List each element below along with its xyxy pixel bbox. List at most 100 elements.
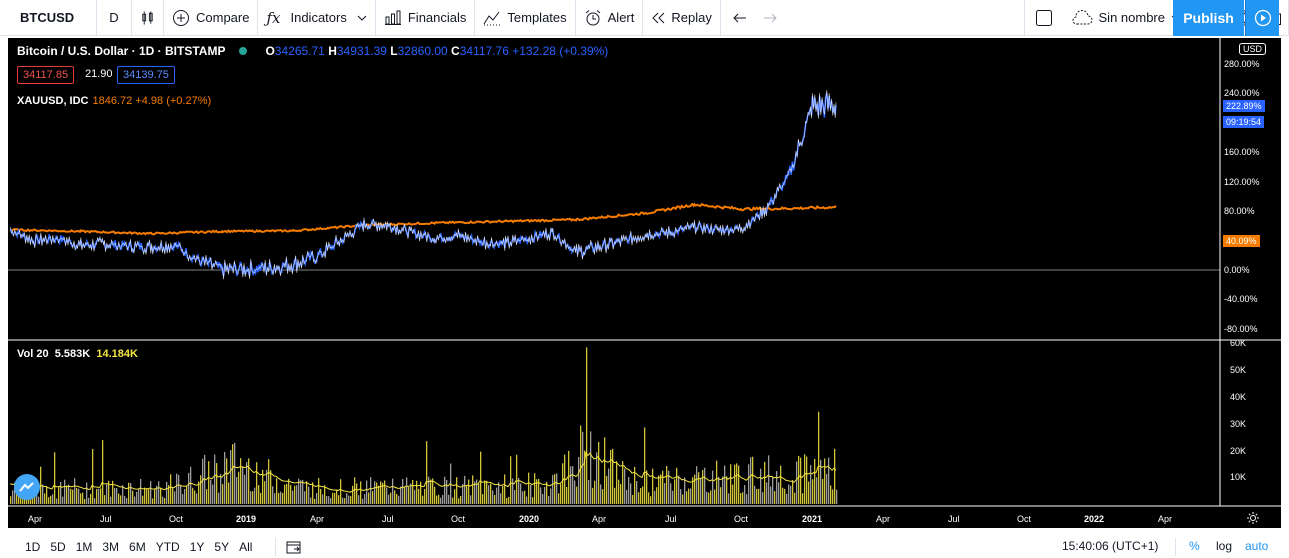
volume-bar	[684, 477, 686, 504]
volume-bar	[76, 487, 78, 504]
ask-price-button[interactable]: 34139.75	[117, 66, 175, 84]
time-axis-label: Apr	[28, 514, 43, 524]
volume-bar	[432, 478, 434, 504]
volume-bar	[674, 479, 676, 504]
volume-bar	[12, 490, 14, 504]
axis-settings-icon[interactable]	[1246, 511, 1260, 525]
bar-chart-icon	[384, 10, 401, 25]
range-1m[interactable]: 1M	[71, 540, 98, 554]
log-scale-toggle[interactable]: log	[1216, 539, 1232, 553]
range-ytd[interactable]: YTD	[151, 540, 185, 554]
volume-bar	[644, 427, 646, 504]
volume-bar	[282, 492, 284, 504]
xauusd-legend[interactable]: XAUUSD, IDC 1846.72 +4.98 (+0.27%)	[17, 95, 211, 107]
rewind-icon	[652, 12, 665, 23]
volume-ma-value: 14.184K	[96, 348, 138, 360]
volume-bar	[100, 488, 102, 504]
volume-bar	[190, 466, 192, 504]
volume-bar	[210, 479, 212, 504]
candles-icon	[142, 10, 153, 25]
timezone-clock[interactable]: 15:40:06 (UTC+1)	[1062, 539, 1158, 553]
range-all[interactable]: All	[234, 540, 257, 554]
volume-bar	[350, 496, 352, 504]
cloud-logo-icon	[19, 482, 34, 492]
range-6m[interactable]: 6M	[124, 540, 151, 554]
undo-icon[interactable]	[733, 12, 747, 24]
volume-bar	[526, 496, 528, 504]
volume-bar	[132, 490, 134, 504]
volume-bar	[442, 495, 444, 504]
volume-bar	[412, 480, 414, 504]
volume-bar	[690, 488, 692, 504]
volume-bar	[686, 491, 688, 504]
volume-bar	[238, 471, 240, 504]
volume-bar	[296, 485, 298, 504]
volume-bar	[832, 489, 834, 504]
range-1y[interactable]: 1Y	[185, 540, 210, 554]
volume-bar	[778, 482, 780, 504]
indicators-button[interactable]: ƒx Indicators	[258, 0, 376, 36]
volume-bar	[340, 479, 342, 504]
btc-bar-countdown: 09:19:54	[1223, 116, 1265, 128]
volume-bar	[142, 495, 144, 504]
volume-bar	[528, 472, 530, 504]
tradingview-logo[interactable]	[14, 474, 40, 500]
volume-bar	[362, 498, 364, 504]
replay-button[interactable]: Replay	[643, 0, 721, 36]
layout-name-button[interactable]: Sin nombre	[1063, 0, 1190, 36]
function-icon: ƒx	[266, 8, 281, 27]
volume-bar	[646, 470, 648, 504]
publish-button[interactable]: Publish	[1173, 0, 1244, 36]
volume-bar	[178, 474, 180, 504]
volume-bar	[658, 475, 660, 504]
range-1d[interactable]: 1D	[20, 540, 45, 554]
volume-bar	[558, 493, 560, 504]
chart-canvas[interactable]	[8, 38, 1281, 528]
go-to-date-button[interactable]	[275, 538, 302, 556]
time-axis-label: Apr	[310, 514, 325, 524]
alert-button[interactable]: Alert	[576, 0, 644, 36]
interval-button[interactable]: D	[97, 0, 132, 36]
volume-bar	[92, 448, 94, 504]
layout-button[interactable]	[1023, 0, 1063, 36]
volume-bar	[372, 491, 374, 504]
volume-bar	[174, 491, 176, 504]
volume-bar	[794, 492, 796, 504]
volume-bar	[696, 466, 698, 504]
volume-bar	[800, 457, 802, 504]
time-axis-label: Jul	[382, 514, 394, 524]
volume-bar	[62, 496, 64, 504]
percent-scale-toggle[interactable]: %	[1189, 539, 1200, 553]
volume-bar	[512, 478, 514, 504]
auto-scale-toggle[interactable]: auto	[1245, 539, 1268, 553]
financials-button[interactable]: Financials	[376, 0, 476, 36]
volume-bar	[500, 493, 502, 504]
compare-button[interactable]: Compare	[164, 0, 259, 36]
bottom-toolbar: 1D 5D 1M 3M 6M YTD 1Y 5Y All 15:40:06 (U…	[0, 536, 1289, 558]
price-axis-label: 160.00%	[1224, 147, 1260, 157]
symbol-search-button[interactable]: BTCUSD	[0, 0, 97, 36]
volume-value: 5.583K	[54, 348, 91, 360]
range-5d[interactable]: 5D	[45, 540, 70, 554]
volume-legend[interactable]: Vol 20 5.583K 14.184K	[17, 348, 138, 360]
redo-icon[interactable]	[763, 12, 777, 24]
volume-bar	[88, 497, 90, 504]
bid-price-button[interactable]: 34117.85	[17, 66, 75, 84]
currency-badge[interactable]: USD	[1239, 43, 1267, 55]
volume-bar	[376, 482, 378, 504]
volume-bar	[164, 498, 166, 504]
volume-bar	[550, 488, 552, 504]
main-series-legend[interactable]: Bitcoin / U.S. Dollar · 1D · BITSTAMP O3…	[17, 44, 608, 58]
volume-bar	[560, 483, 562, 504]
templates-button[interactable]: Templates	[475, 0, 576, 36]
range-3m[interactable]: 3M	[97, 540, 124, 554]
volume-bar	[230, 450, 232, 504]
volume-bar	[392, 478, 394, 504]
range-5y[interactable]: 5Y	[209, 540, 234, 554]
volume-bar	[294, 485, 296, 504]
chart-area[interactable]: Bitcoin / U.S. Dollar · 1D · BITSTAMP O3…	[8, 38, 1281, 528]
time-axis-label: Oct	[451, 514, 466, 524]
publish-menu-button[interactable]	[1245, 0, 1279, 36]
time-axis-label: Jul	[100, 514, 112, 524]
chart-style-button[interactable]	[132, 0, 164, 36]
